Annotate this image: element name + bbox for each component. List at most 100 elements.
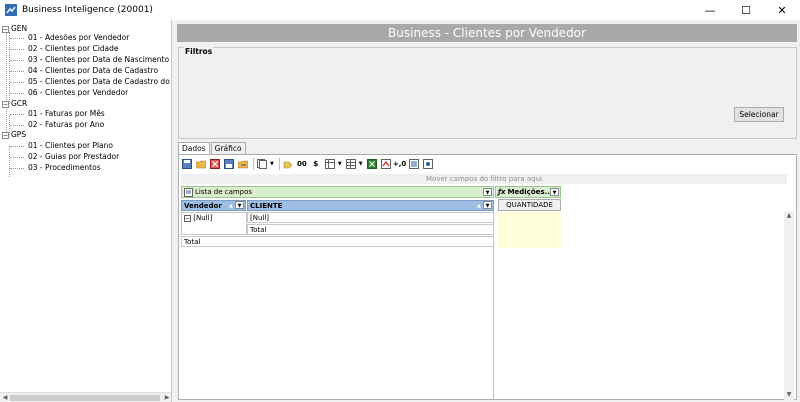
tree-group-label: GPS	[11, 130, 27, 139]
tree-item-guias-prestador[interactable]: 02 - Guias por Prestador	[28, 152, 119, 162]
tree-item-faturas-mes[interactable]: 01 - Faturas por Mês	[28, 109, 105, 119]
tree-item-clientes-cidade[interactable]: 02 - Clientes por Cidade	[28, 44, 119, 54]
cliente-header[interactable]: CLIENTE ▲ ▼	[247, 200, 494, 211]
tree-item-adesoes-vendedor[interactable]: 01 - Adesões por Vendedor	[28, 33, 129, 43]
tree-item-procedimentos[interactable]: 03 - Procedimentos	[28, 163, 101, 173]
value-cell[interactable]	[498, 236, 561, 248]
field-list-area[interactable]: Lista de campos ▼	[181, 186, 494, 198]
fx-icon: ƒx	[498, 188, 506, 196]
tree-item-clientes-cadastro-plano[interactable]: 05 - Clientes por Data de Cadastro do Pl…	[28, 77, 171, 87]
tree-group-label: GEN	[11, 24, 28, 33]
tree-item-clientes-plano[interactable]: 01 - Clientes por Plano	[28, 141, 113, 151]
chevron-down-icon[interactable]: ▼	[338, 161, 342, 167]
filters-group: Filtros Selecionar	[178, 47, 797, 139]
close-button[interactable]: ✕	[764, 0, 800, 20]
scrollbar-thumb[interactable]	[10, 395, 160, 401]
window-title: Business Inteligence (20001)	[22, 5, 153, 15]
chevron-down-icon[interactable]: ▼	[359, 161, 363, 167]
tree-group-gen[interactable]: − GEN	[2, 24, 27, 34]
scroll-left-icon[interactable]: ◀	[0, 393, 10, 402]
vendedor-cell[interactable]: − [Null]	[181, 212, 247, 235]
toolbar-separator	[278, 158, 280, 170]
filters-label: Filtros	[184, 47, 214, 56]
chevron-down-icon[interactable]: ▼	[270, 161, 274, 167]
scroll-down-icon[interactable]: ▼	[784, 390, 794, 400]
scroll-up-icon[interactable]: ▲	[784, 211, 794, 221]
filter-dropzone[interactable]: Mover campos do filtro para aqui	[181, 174, 787, 184]
tree-item-clientes-nascimento[interactable]: 03 - Clientes por Data de Nascimento	[28, 55, 169, 65]
scroll-right-icon[interactable]: ▶	[162, 393, 171, 402]
tree-connector	[9, 146, 10, 177]
tree-connector	[10, 114, 24, 115]
save-as-icon[interactable]	[223, 158, 235, 170]
cliente-header-label: CLIENTE	[250, 202, 283, 210]
tree-connector	[10, 93, 24, 94]
tree-connector	[10, 168, 24, 169]
pivot-panel: ▼ 00 $ ▼ ▼ +,0 Mover campos do filtro pa…	[178, 154, 797, 400]
grand-total-row: Total	[181, 236, 494, 247]
report-tree[interactable]: − GEN 01 - Adesões por Vendedor 02 - Clie…	[0, 20, 172, 402]
app-icon	[5, 4, 17, 16]
minimize-button[interactable]: —	[692, 0, 728, 20]
tree-item-clientes-vendedor[interactable]: 06 - Clientes por Vendedor	[28, 88, 128, 98]
totals-layout-icon[interactable]	[345, 158, 357, 170]
tree-connector	[10, 38, 24, 39]
cliente-cell[interactable]: [Null]	[247, 212, 494, 223]
delete-layout-icon[interactable]	[209, 158, 221, 170]
save-icon[interactable]	[181, 158, 193, 170]
pdf-export-icon[interactable]	[380, 158, 392, 170]
grid-layout-icon[interactable]	[324, 158, 336, 170]
tree-group-gcr[interactable]: − GCR	[2, 99, 27, 109]
tree-group-label: GCR	[11, 99, 28, 108]
list-icon[interactable]	[408, 158, 420, 170]
sort-asc-icon[interactable]: ▲	[229, 201, 233, 211]
pivot-vertical-scrollbar[interactable]: ▲ ▼	[784, 211, 794, 400]
tree-connector	[10, 146, 24, 147]
value-cell[interactable]	[498, 224, 561, 236]
tree-connector	[10, 71, 24, 72]
field-list-icon	[184, 187, 193, 197]
measures-area[interactable]: ƒx Medições... ▼	[495, 186, 561, 198]
value-cell[interactable]	[498, 212, 561, 224]
collapse-icon[interactable]: −	[2, 100, 9, 108]
field-list-label: Lista de campos	[195, 188, 253, 196]
vendedor-header-label: Vendedor	[184, 202, 222, 210]
export-icon[interactable]	[237, 158, 249, 170]
sort-asc-icon[interactable]: ▲	[477, 201, 481, 211]
select-button[interactable]: Selecionar	[734, 107, 784, 122]
tree-connector	[6, 30, 7, 138]
copy-icon[interactable]	[256, 158, 268, 170]
measures-label: Medições...	[507, 188, 553, 196]
tree-connector	[10, 82, 24, 83]
chevron-down-icon[interactable]: ▼	[235, 201, 244, 209]
chevron-down-icon[interactable]: ▼	[483, 201, 492, 209]
excel-export-icon[interactable]	[366, 158, 378, 170]
collapse-icon[interactable]: −	[184, 214, 191, 222]
tree-connector	[10, 60, 24, 61]
subtotal-row: Total	[247, 224, 494, 235]
vendedor-value: [Null]	[193, 214, 213, 222]
tree-horizontal-scrollbar[interactable]: ◀ ▶	[0, 392, 171, 402]
settings-icon[interactable]	[422, 158, 434, 170]
title-bar: Business Inteligence (20001) — ☐ ✕	[0, 0, 800, 20]
maximize-button[interactable]: ☐	[728, 0, 764, 20]
number-format-icon[interactable]: 00	[296, 158, 308, 170]
tree-item-clientes-cadastro[interactable]: 04 - Clientes por Data de Cadastro	[28, 66, 158, 76]
chevron-down-icon[interactable]: ▼	[550, 188, 559, 196]
open-folder-icon[interactable]	[195, 158, 207, 170]
toolbar-separator	[253, 158, 254, 170]
currency-format-icon[interactable]: $	[310, 158, 322, 170]
decimal-format-icon[interactable]: +,0	[393, 158, 406, 170]
tree-connector	[10, 49, 24, 50]
vendedor-header[interactable]: Vendedor ▲ ▼	[181, 200, 246, 211]
tree-group-gps[interactable]: − GPS	[2, 130, 26, 140]
tree-connector	[10, 125, 24, 126]
tree-item-faturas-ano[interactable]: 02 - Faturas por Ano	[28, 120, 104, 130]
chevron-down-icon[interactable]: ▼	[483, 188, 492, 196]
tag-icon[interactable]	[282, 158, 294, 170]
page-title: Business - Clientes por Vendedor	[177, 24, 797, 42]
pivot-toolbar: ▼ 00 $ ▼ ▼ +,0	[181, 157, 436, 171]
collapse-icon[interactable]: −	[2, 131, 9, 139]
quantidade-header[interactable]: QUANTIDADE	[498, 199, 561, 211]
collapse-icon[interactable]: −	[2, 25, 9, 33]
